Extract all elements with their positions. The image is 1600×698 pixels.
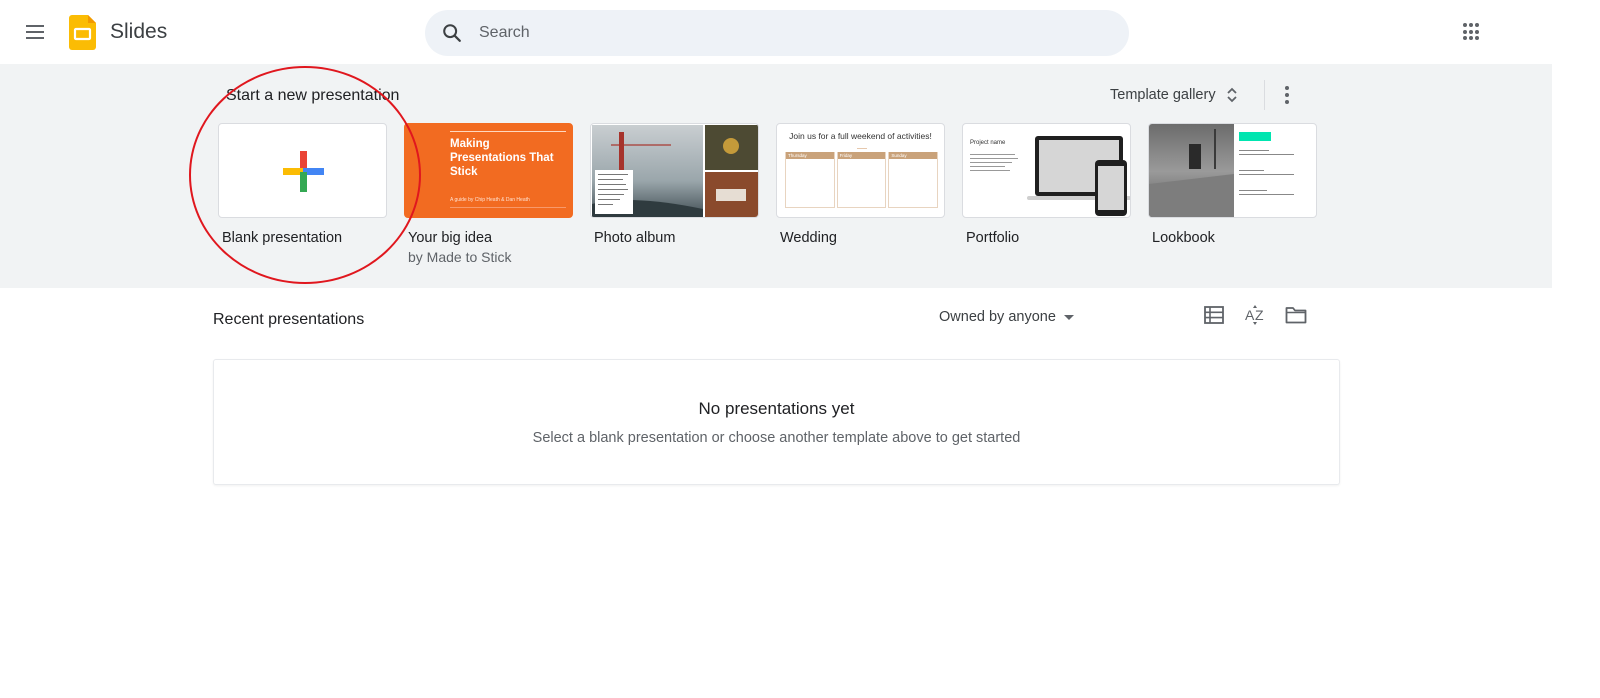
recent-presentations-title: Recent presentations bbox=[213, 311, 365, 328]
template-blank-presentation[interactable]: Blank presentation bbox=[218, 123, 387, 246]
unfold-more-icon bbox=[1226, 87, 1237, 103]
open-file-picker-button[interactable] bbox=[1284, 303, 1308, 327]
empty-state-card: No presentations yet Select a blank pres… bbox=[213, 359, 1340, 485]
dropdown-caret-icon bbox=[1063, 314, 1074, 320]
template-label: Portfolio bbox=[966, 230, 1020, 246]
template-thumbnail[interactable] bbox=[1148, 123, 1317, 218]
template-section: Start a new presentation Template galler… bbox=[0, 64, 1552, 288]
hamburger-line bbox=[26, 31, 44, 33]
template-author: by Made to Stick bbox=[408, 249, 512, 265]
folder-icon bbox=[1285, 307, 1307, 324]
schedule-column: Friday bbox=[836, 152, 887, 208]
section-title: Start a new presentation bbox=[226, 87, 400, 104]
template-gallery-label: Template gallery bbox=[1110, 87, 1216, 103]
more-dot bbox=[1285, 100, 1289, 104]
hamburger-menu-icon bbox=[26, 25, 44, 27]
list-view-icon bbox=[1204, 306, 1224, 324]
app-title[interactable]: Slides bbox=[110, 20, 167, 44]
thumb-title: Making Presentations That Stick bbox=[450, 138, 554, 178]
template-gallery-button[interactable]: Template gallery bbox=[1100, 80, 1248, 110]
template-thumbnail[interactable]: Making Presentations That Stick A guide … bbox=[404, 123, 573, 218]
thumb-title: Join us for a full weekend of activities… bbox=[789, 131, 932, 141]
google-apps-button[interactable] bbox=[1460, 20, 1484, 44]
thumb-caption: A guide by Chip Heath & Dan Heath bbox=[450, 197, 530, 203]
thumb-rule bbox=[857, 148, 867, 149]
template-photo-album[interactable]: Photo album bbox=[590, 123, 759, 246]
svg-text:A: A bbox=[1245, 307, 1255, 323]
thumb-rule bbox=[450, 131, 566, 132]
svg-text:Z: Z bbox=[1255, 307, 1264, 323]
template-thumbnail[interactable] bbox=[218, 123, 387, 218]
more-dot bbox=[1285, 93, 1289, 97]
apps-dot bbox=[1475, 29, 1479, 34]
top-bar: Slides bbox=[0, 0, 1600, 64]
apps-dot bbox=[1475, 23, 1479, 27]
template-lookbook[interactable]: Lookbook bbox=[1148, 123, 1317, 246]
template-thumbnail[interactable] bbox=[590, 123, 759, 218]
main-menu-button[interactable] bbox=[20, 17, 50, 47]
apps-dot bbox=[1463, 29, 1467, 34]
schedule-day: Thursday bbox=[786, 152, 834, 159]
apps-dot bbox=[1469, 36, 1473, 41]
empty-state-title: No presentations yet bbox=[698, 399, 855, 418]
template-label: Your big idea bbox=[408, 230, 493, 246]
apps-dot bbox=[1475, 36, 1479, 41]
apps-grid-icon bbox=[1463, 23, 1467, 27]
colored-plus-icon bbox=[283, 151, 324, 192]
template-label: Blank presentation bbox=[222, 230, 343, 246]
devices-image bbox=[970, 136, 1130, 216]
hamburger-line bbox=[26, 37, 44, 39]
list-view-button[interactable] bbox=[1202, 303, 1226, 327]
template-label: Wedding bbox=[780, 230, 837, 246]
owner-filter-label: Owned by anyone bbox=[939, 309, 1056, 325]
apps-dot bbox=[1469, 23, 1473, 27]
apps-dot bbox=[1463, 36, 1467, 41]
apps-dot bbox=[1469, 29, 1473, 34]
template-label: Lookbook bbox=[1152, 230, 1215, 246]
sort-button[interactable]: A Z bbox=[1243, 303, 1267, 327]
schedule-column: Sunday bbox=[888, 152, 939, 208]
thumb-rule bbox=[450, 207, 566, 208]
empty-state-subtitle: Select a blank presentation or choose an… bbox=[532, 430, 1021, 446]
schedule-day: Friday bbox=[837, 152, 886, 159]
schedule-day: Sunday bbox=[889, 152, 938, 159]
divider bbox=[1264, 80, 1265, 110]
slides-logo-icon[interactable] bbox=[69, 15, 96, 50]
template-label: Photo album bbox=[594, 230, 676, 246]
template-wedding[interactable]: Join us for a full weekend of activities… bbox=[776, 123, 945, 246]
photo-collage-image bbox=[592, 125, 758, 217]
template-your-big-idea[interactable]: Making Presentations That Stick A guide … bbox=[404, 123, 573, 265]
template-thumbnail[interactable]: Project name bbox=[962, 123, 1131, 218]
more-options-button[interactable] bbox=[1276, 82, 1298, 108]
search-input[interactable] bbox=[479, 10, 1099, 56]
sort-az-icon: A Z bbox=[1245, 305, 1264, 325]
thumb-schedule: Thursday Friday Sunday bbox=[785, 152, 939, 208]
more-vert-icon bbox=[1285, 86, 1289, 90]
search-bar[interactable] bbox=[425, 10, 1129, 56]
schedule-column: Thursday bbox=[785, 152, 835, 208]
template-portfolio[interactable]: Project name Portfolio bbox=[962, 123, 1131, 246]
template-thumbnail[interactable]: Join us for a full weekend of activities… bbox=[776, 123, 945, 218]
search-icon[interactable] bbox=[441, 22, 463, 44]
owner-filter-dropdown[interactable]: Owned by anyone bbox=[939, 307, 1074, 327]
skate-photo-image bbox=[1149, 124, 1294, 217]
